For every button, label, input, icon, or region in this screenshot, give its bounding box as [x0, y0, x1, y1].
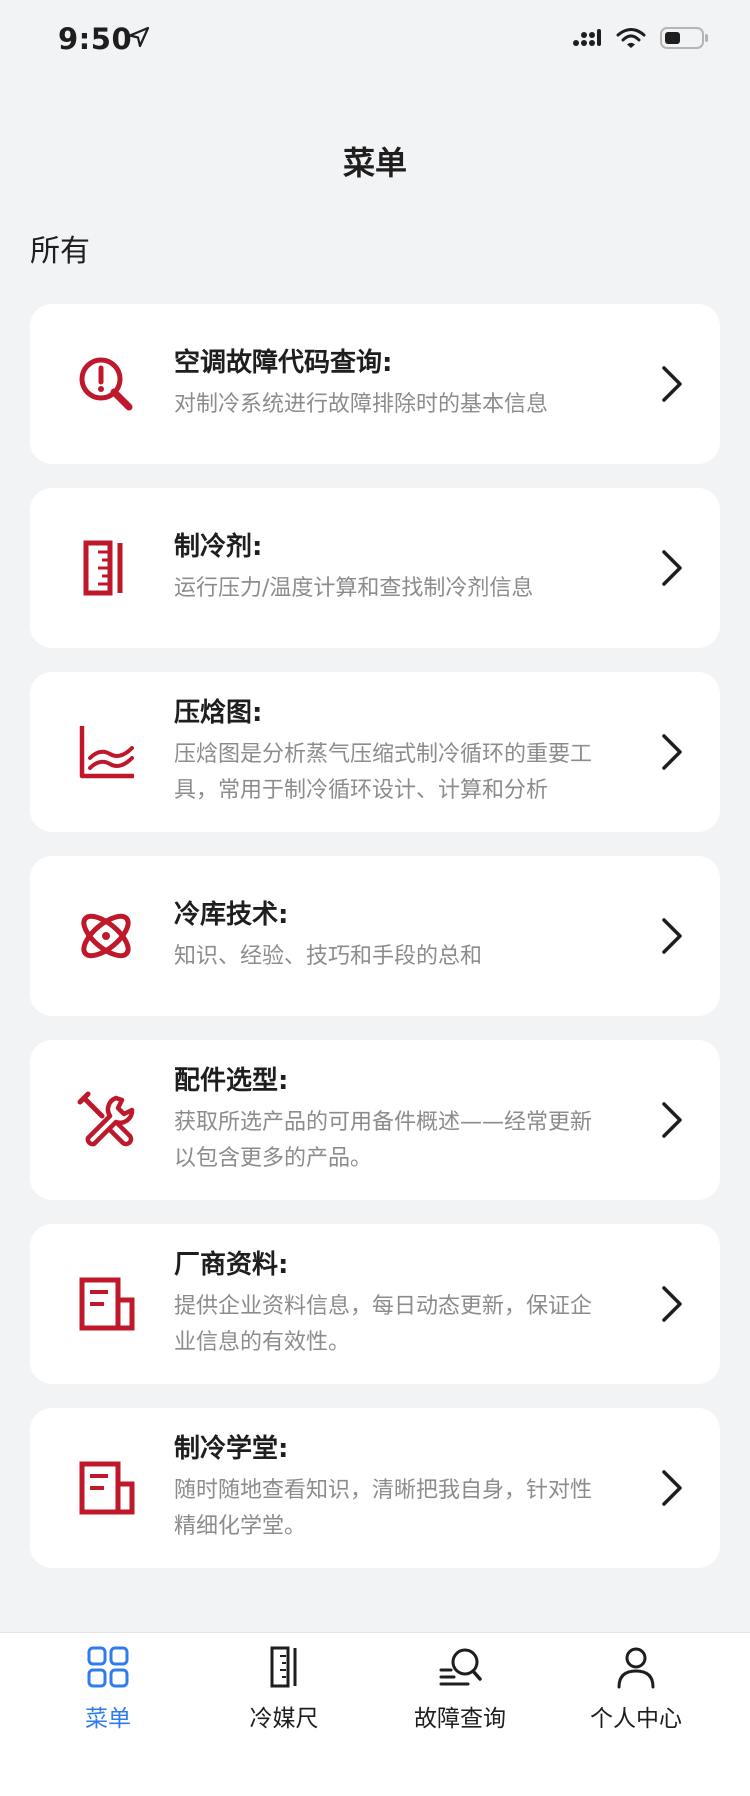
- tab-label: 故障查询: [414, 1706, 506, 1732]
- chevron-right-icon: [662, 918, 682, 954]
- bottom-tab-bar: 菜单 冷媒尺 故障查询 个人中心: [0, 1632, 750, 1796]
- card-title: 配件选型:: [174, 1066, 289, 1096]
- wifi-icon: [616, 28, 646, 48]
- card-description: 知识、经验、技巧和手段的总和: [174, 944, 483, 969]
- card-title: 厂商资料:: [174, 1250, 289, 1280]
- page-title: 菜单: [342, 144, 407, 182]
- menu-card-list: 空调故障代码查询: 对制冷系统进行故障排除时的基本信息 制冷剂: 运行压力/温度…: [30, 304, 720, 1592]
- card-description: 获取所选产品的可用备件概述——经常更新 以包含更多的产品。: [174, 1110, 593, 1171]
- status-indicators: [572, 26, 710, 50]
- tools-icon: [76, 1090, 136, 1150]
- section-title: 所有: [30, 234, 90, 269]
- tab-refrigerant-ruler[interactable]: 冷媒尺: [196, 1645, 372, 1745]
- status-bar: 9:50: [0, 0, 750, 80]
- card-refrigerant[interactable]: 制冷剂: 运行压力/温度计算和查找制冷剂信息: [30, 488, 720, 648]
- tab-label: 冷媒尺: [249, 1706, 319, 1732]
- card-parts-selection[interactable]: 配件选型: 获取所选产品的可用备件概述——经常更新 以包含更多的产品。: [30, 1040, 720, 1200]
- card-description: 压焓图是分析蒸气压缩式制冷循环的重要工 具，常用于制冷循环设计、计算和分析: [174, 742, 593, 803]
- card-cold-storage-tech[interactable]: 冷库技术: 知识、经验、技巧和手段的总和: [30, 856, 720, 1016]
- chevron-right-icon: [662, 1470, 682, 1506]
- tab-label: 菜单: [85, 1706, 131, 1732]
- card-title: 压焓图:: [174, 698, 263, 728]
- search-alert-icon: [76, 354, 136, 414]
- card-fault-code-lookup[interactable]: 空调故障代码查询: 对制冷系统进行故障排除时的基本信息: [30, 304, 720, 464]
- tab-menu[interactable]: 菜单: [20, 1645, 196, 1745]
- chevron-right-icon: [662, 1286, 682, 1322]
- card-ph-diagram[interactable]: 压焓图: 压焓图是分析蒸气压缩式制冷循环的重要工 具，常用于制冷循环设计、计算和分…: [30, 672, 720, 832]
- card-title: 制冷学堂:: [174, 1434, 289, 1464]
- battery-icon: [660, 27, 708, 49]
- ruler-icon: [270, 1646, 297, 1688]
- card-description: 提供企业资料信息，每日动态更新，保证企 业信息的有效性。: [174, 1294, 593, 1355]
- chevron-right-icon: [662, 1102, 682, 1138]
- chart-icon: [76, 722, 136, 782]
- card-manufacturer-info[interactable]: 厂商资料: 提供企业资料信息，每日动态更新，保证企 业信息的有效性。: [30, 1224, 720, 1384]
- chevron-right-icon: [662, 366, 682, 402]
- document-icon: [76, 1274, 136, 1334]
- grid-icon: [87, 1646, 129, 1688]
- card-title: 冷库技术:: [174, 900, 289, 930]
- chevron-right-icon: [662, 550, 682, 586]
- screen: 9:50 菜单 所有 空调故障代码查询: 对制冷系统进行故障排除时的基本信息 制…: [0, 0, 750, 1796]
- planet-icon: [76, 906, 136, 966]
- person-icon: [617, 1647, 655, 1689]
- card-refrigeration-academy[interactable]: 制冷学堂: 随时随地查看知识，清晰把我自身，针对性 精细化学堂。: [30, 1408, 720, 1568]
- card-title: 制冷剂:: [174, 532, 263, 562]
- tab-profile[interactable]: 个人中心: [548, 1645, 724, 1745]
- location-arrow-icon: [128, 26, 150, 48]
- signal-icon: [573, 29, 601, 46]
- card-description: 随时随地查看知识，清晰把我自身，针对性 精细化学堂。: [174, 1478, 593, 1539]
- ruler-icon: [76, 538, 136, 598]
- card-description: 对制冷系统进行故障排除时的基本信息: [174, 392, 549, 417]
- document-icon: [76, 1458, 136, 1518]
- status-time: 9:50: [58, 22, 133, 56]
- chevron-right-icon: [662, 734, 682, 770]
- card-description: 运行压力/温度计算和查找制冷剂信息: [174, 576, 534, 601]
- search-list-icon: [439, 1648, 482, 1686]
- tab-fault-lookup[interactable]: 故障查询: [372, 1645, 548, 1745]
- card-title: 空调故障代码查询:: [174, 348, 393, 378]
- tab-label: 个人中心: [590, 1706, 682, 1732]
